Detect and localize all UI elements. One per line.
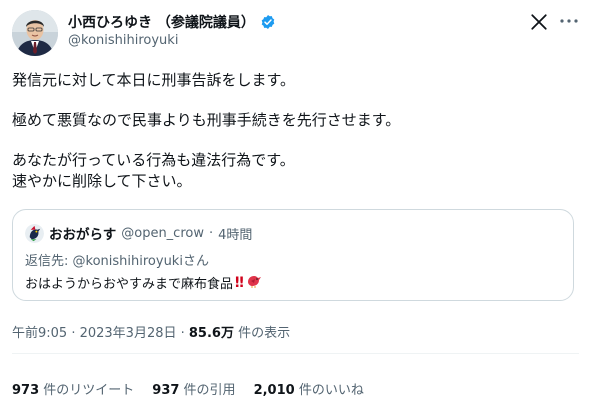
tweet-line: あなたが行っている行為も違法行為です。 [12, 151, 295, 169]
views-count: 85.6万 [188, 326, 234, 341]
author-display-name[interactable]: 小西ひろゆき （参議院議員） [68, 12, 255, 32]
x-logo-icon[interactable] [528, 11, 550, 33]
tweet-text: 発信元に対して本日に刑事告訴をします。 極めて悪質なので民事よりも刑事手続きを先… [12, 70, 577, 192]
engagement-stats: 973 件のリツイート 937 件の引用 2,010 件のいいね [12, 379, 364, 398]
reply-to-handle[interactable]: @konishihiroyuki [73, 254, 183, 269]
reply-suffix: さん [182, 254, 209, 269]
verified-badge-icon[interactable] [260, 14, 276, 30]
quoted-display-name[interactable]: おおがらす [49, 223, 116, 243]
more-options-icon[interactable] [556, 8, 582, 34]
tweet-line: 発信元に対して本日に刑事告訴をします。 [12, 71, 296, 89]
reply-prefix: 返信先: [25, 254, 73, 269]
quoted-time[interactable]: 4時間 [218, 224, 252, 243]
double-exclamation-icon: ‼ [235, 274, 244, 291]
likes-count: 2,010 [253, 383, 295, 398]
quotes-label: 件の引用 [179, 383, 236, 398]
quotes-count: 937 [152, 383, 180, 398]
tweet-timestamp[interactable]: 午前9:05 · 2023年3月28日 · [12, 326, 189, 341]
bird-icon [246, 273, 262, 292]
tweet-line: 極めて悪質なので民事よりも刑事手続きを先行させます。 [12, 111, 401, 129]
quoted-handle[interactable]: @open_crow [121, 226, 204, 241]
views-label: 件の表示 [233, 326, 291, 341]
tweet-line: 速やかに削除して下さい。 [12, 172, 192, 190]
quoted-text-row: おはようからおやすみまで麻布食品 ‼ [25, 273, 262, 292]
likes-label: 件のいいね [294, 383, 364, 398]
author-avatar[interactable] [12, 10, 58, 56]
tweet-card: 小西ひろゆき （参議院議員） @konishihiroyuki 発信元に対して本… [0, 0, 591, 407]
quoted-avatar[interactable] [25, 223, 44, 243]
likes-stat[interactable]: 2,010 件のいいね [254, 379, 364, 398]
quoted-reply-to: 返信先: @konishihiroyukiさん [25, 250, 209, 269]
retweets-label: 件のリツイート [39, 383, 135, 398]
quoted-separator: · [208, 225, 214, 241]
author-name-row: 小西ひろゆき （参議院議員） [68, 12, 276, 32]
retweets-stat[interactable]: 973 件のリツイート [12, 379, 134, 398]
divider [12, 353, 579, 354]
quoted-header: おおがらす @open_crow · 4時間 [25, 223, 252, 243]
tweet-meta: 午前9:05 · 2023年3月28日 · 85.6万 件の表示 [12, 322, 290, 341]
quoted-text: おはようからおやすみまで麻布食品 [25, 277, 234, 292]
retweets-count: 973 [12, 383, 40, 398]
author-handle[interactable]: @konishihiroyuki [68, 33, 178, 48]
quotes-stat[interactable]: 937 件の引用 [152, 379, 235, 398]
quoted-tweet-card[interactable]: おおがらす @open_crow · 4時間 返信先: @konishihiro… [12, 209, 574, 301]
